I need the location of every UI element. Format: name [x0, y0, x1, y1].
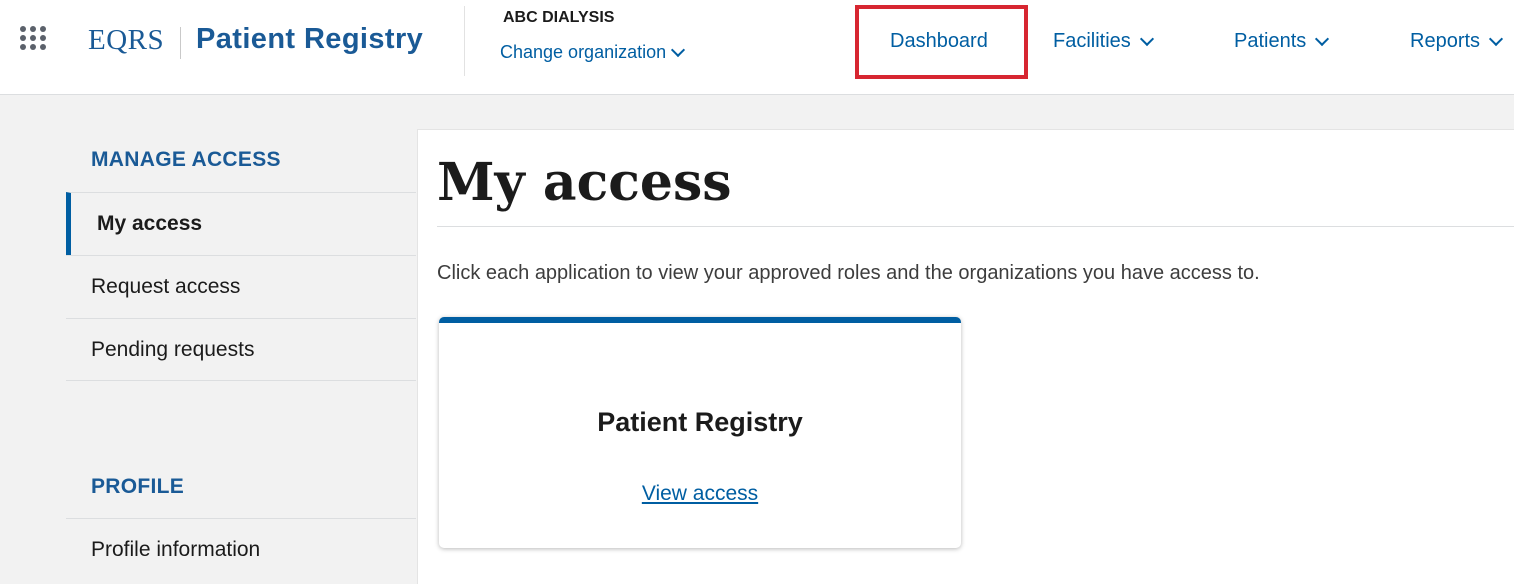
page-title: My access [437, 152, 732, 213]
nav-reports-label: Reports [1410, 30, 1481, 52]
sidebar-item-pending-requests[interactable]: Pending requests [66, 318, 416, 381]
main-content: My access Click each application to view… [417, 129, 1514, 584]
sidebar-item-label: My access [97, 212, 203, 235]
header-divider [464, 6, 465, 76]
sidebar-item-label: Pending requests [91, 337, 255, 361]
chevron-down-icon [1315, 31, 1330, 46]
chevron-down-icon [1488, 31, 1504, 46]
brand-eqrs-logo[interactable]: EQRS [88, 24, 164, 57]
sidebar-item-request-access[interactable]: Request access [66, 255, 416, 318]
sidebar-item-label: Request access [91, 275, 241, 298]
title-divider [437, 226, 1514, 227]
nav-dashboard[interactable]: Dashboard [890, 30, 988, 53]
brand-separator [180, 27, 181, 59]
view-access-link[interactable]: View access [439, 482, 961, 506]
intro-text: Click each application to view your appr… [437, 262, 1260, 284]
nav-patients-label: Patients [1234, 30, 1307, 52]
change-organization-button[interactable]: Change organization [500, 42, 686, 63]
card-title: Patient Registry [597, 407, 803, 437]
nav-facilities[interactable]: Facilities [1053, 30, 1154, 53]
sidebar-item-profile-information[interactable]: Profile information [66, 518, 416, 581]
top-header: EQRS Patient Registry ABC DIALYSIS Chang… [0, 0, 1514, 95]
manage-access-heading: MANAGE ACCESS [91, 148, 281, 171]
sidebar-item-label: Profile information [91, 538, 261, 561]
chevron-down-icon [1139, 31, 1154, 46]
brand-app-name[interactable]: Patient Registry [196, 23, 423, 56]
nav-patients[interactable]: Patients [1234, 30, 1330, 53]
nav-dashboard-label: Dashboard [890, 30, 988, 52]
change-organization-label: Change organization [500, 42, 667, 62]
nav-reports[interactable]: Reports [1410, 30, 1504, 53]
chevron-down-icon [671, 42, 686, 57]
sidebar-item-my-access[interactable]: My access [66, 192, 416, 255]
organization-name: ABC DIALYSIS [503, 9, 615, 26]
nav-facilities-label: Facilities [1053, 30, 1131, 52]
application-card-patient-registry[interactable]: Patient Registry View access [439, 317, 961, 548]
profile-heading: PROFILE [91, 475, 185, 498]
app-grid-icon[interactable] [18, 24, 52, 52]
